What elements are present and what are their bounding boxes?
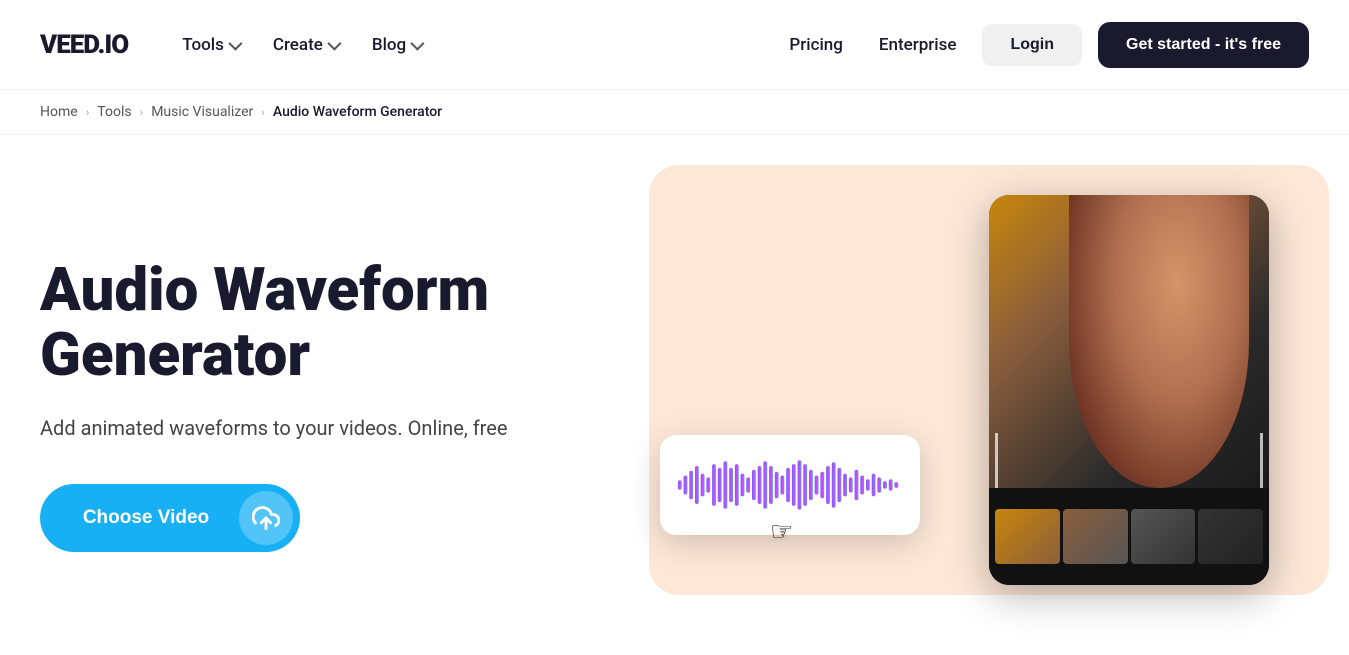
timeline-thumb-1	[995, 509, 1060, 564]
blog-chevron-icon	[411, 36, 425, 50]
upload-icon	[239, 491, 293, 545]
breadcrumb-current: Audio Waveform Generator	[273, 104, 442, 120]
choose-video-button[interactable]: Choose Video	[40, 484, 300, 552]
hero-subtitle: Add animated waveforms to your videos. O…	[40, 416, 560, 440]
pricing-link[interactable]: Pricing	[779, 27, 853, 63]
hero-right: ☞	[600, 195, 1309, 615]
nav-tools-label: Tools	[182, 35, 224, 55]
create-chevron-icon	[327, 36, 341, 50]
timeline-end-marker	[1260, 433, 1263, 488]
nav-tools[interactable]: Tools	[168, 27, 253, 63]
header: VEED.IO Tools Create Blog Pricing Enterp…	[0, 0, 1349, 90]
tools-chevron-icon	[228, 36, 242, 50]
nav-left: Tools Create Blog	[168, 27, 435, 63]
logo[interactable]: VEED.IO	[40, 30, 128, 60]
breadcrumb-sep-2: ›	[140, 105, 144, 119]
breadcrumb-home[interactable]: Home	[40, 104, 78, 120]
breadcrumb-tools[interactable]: Tools	[97, 104, 131, 120]
timeline-start-marker	[995, 433, 998, 488]
nav-create[interactable]: Create	[259, 27, 352, 63]
breadcrumb-sep-3: ›	[261, 105, 265, 119]
nav-blog[interactable]: Blog	[358, 27, 435, 63]
timeline-thumb-4	[1198, 509, 1263, 564]
nav-blog-label: Blog	[372, 35, 406, 55]
hero-phone-mockup	[989, 195, 1269, 585]
hero-left: Audio Waveform Generator Add animated wa…	[40, 258, 560, 552]
waveform-svg	[676, 455, 904, 515]
timeline-thumb-3	[1131, 509, 1196, 564]
get-started-button[interactable]: Get started - it's free	[1098, 22, 1309, 68]
phone-video-frame	[989, 195, 1269, 488]
timeline-thumb-2	[1063, 509, 1128, 564]
enterprise-link[interactable]: Enterprise	[869, 27, 967, 63]
nav-create-label: Create	[273, 35, 323, 55]
phone-timeline	[989, 488, 1269, 586]
cursor-hand-icon: ☞	[770, 517, 793, 547]
breadcrumb-music-visualizer[interactable]: Music Visualizer	[151, 104, 253, 120]
hero-title: Audio Waveform Generator	[40, 258, 560, 388]
nav-right: Pricing Enterprise Login Get started - i…	[779, 22, 1309, 68]
hero-section: Audio Waveform Generator Add animated wa…	[0, 135, 1349, 655]
breadcrumb: Home › Tools › Music Visualizer › Audio …	[0, 90, 1349, 135]
breadcrumb-sep-1: ›	[86, 105, 90, 119]
choose-video-label: Choose Video	[40, 507, 232, 529]
login-button[interactable]: Login	[982, 24, 1082, 66]
